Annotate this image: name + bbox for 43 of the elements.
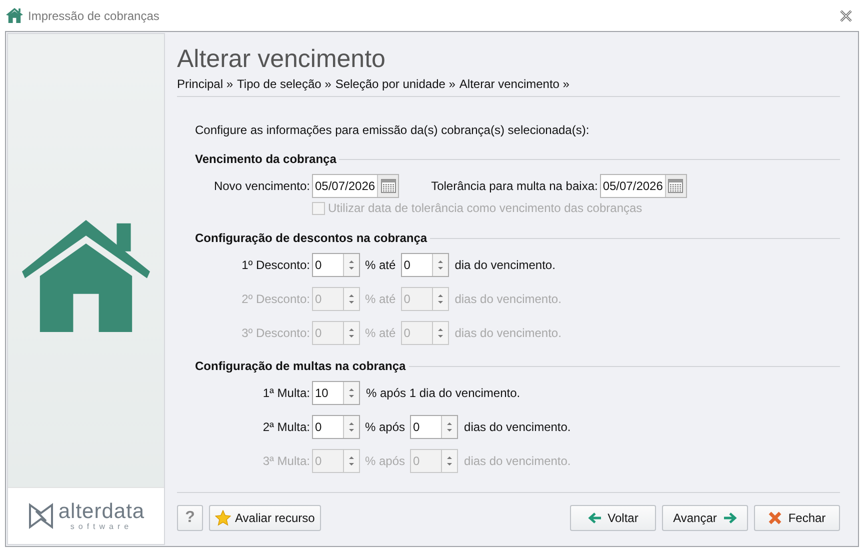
section-heading: Configuração de descontos na cobrança	[195, 231, 428, 245]
field-label: % até	[365, 258, 396, 272]
field-label: dias do vencimento.	[454, 326, 562, 340]
number-spinner[interactable]: 10	[312, 381, 360, 405]
field-label: 2º Desconto:	[240, 292, 311, 306]
checkbox-label: Utilizar data de tolerância como vencimento das cobranças	[328, 201, 642, 215]
field-label: % após 1 dia do vencimento.	[366, 386, 520, 400]
field-label: dia do vencimento.	[454, 258, 556, 272]
number-spinner[interactable]: 0	[312, 415, 360, 439]
field-label: 3ª Multa:	[262, 454, 311, 468]
field-label: dias do vencimento.	[464, 454, 571, 468]
field-label: % até	[365, 292, 396, 306]
back-button[interactable]: Voltar	[570, 505, 656, 531]
field-label: 1º Desconto:	[240, 258, 311, 272]
logo-name: alterdata	[58, 502, 145, 522]
number-spinner[interactable]: 0	[410, 415, 458, 439]
next-button[interactable]: Avançar	[662, 505, 748, 531]
field-label: % após	[365, 420, 406, 434]
field-label: dias do vencimento.	[464, 420, 571, 434]
window-title: Impressão de cobranças	[28, 8, 160, 22]
breadcrumb-link[interactable]: Tipo de seleção »	[237, 77, 332, 91]
section-heading: Configuração de multas na cobrança	[195, 359, 406, 373]
close-button[interactable]: Fechar	[754, 505, 840, 531]
field-label: Novo vencimento:	[212, 179, 311, 193]
page-title: Alterar vencimento	[177, 44, 386, 74]
breadcrumb-link[interactable]: Alterar vencimento »	[459, 77, 570, 91]
breadcrumb-link[interactable]: Principal »	[177, 77, 234, 91]
field-label: 3º Desconto:	[240, 326, 311, 340]
field-label: dias do vencimento.	[454, 292, 562, 306]
number-spinner[interactable]: 0	[312, 253, 360, 277]
field-label: 2ª Multa:	[262, 420, 311, 434]
field-label: Tolerância para multa na baixa:	[431, 179, 598, 193]
number-spinner[interactable]: 0	[400, 253, 449, 277]
rate-button[interactable]: Avaliar recurso	[209, 505, 321, 531]
breadcrumb-link[interactable]: Seleção por unidade »	[335, 77, 456, 91]
date-field[interactable]: 05/07/2026	[312, 174, 400, 198]
section-heading: Vencimento da cobrança	[195, 152, 336, 166]
instruction-text: Configure as informações para emissão da(s) cobrança(s) selecionada(s):	[195, 123, 590, 137]
logo-tagline: software	[70, 522, 133, 530]
field-label: % após	[365, 454, 406, 468]
date-field[interactable]: 05/07/2026	[600, 174, 687, 198]
field-label: % até	[365, 326, 396, 340]
field-label: 1ª Multa:	[262, 386, 311, 400]
